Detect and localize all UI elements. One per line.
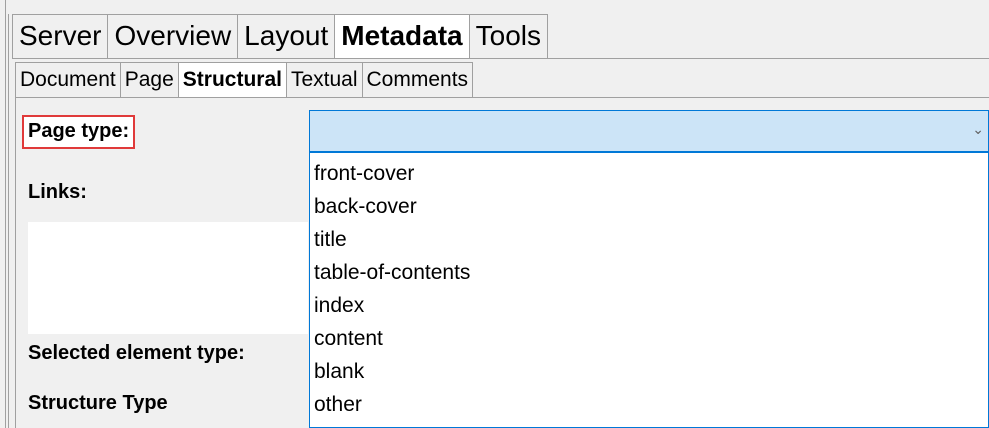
option-front-cover[interactable]: front-cover bbox=[310, 157, 988, 190]
page-type-label: Page type: bbox=[22, 115, 136, 149]
option-blank[interactable]: blank bbox=[310, 355, 988, 388]
option-index[interactable]: index bbox=[310, 289, 988, 322]
structure-type-label: Structure Type bbox=[28, 392, 168, 414]
links-label: Links: bbox=[28, 181, 87, 203]
tab-layout[interactable]: Layout bbox=[237, 14, 336, 58]
tab-structural[interactable]: Structural bbox=[177, 62, 287, 97]
sub-tab-bar: Document Page Structural Textual Comment… bbox=[15, 62, 474, 97]
tab-page[interactable]: Page bbox=[119, 62, 179, 97]
main-tab-divider bbox=[12, 58, 989, 59]
option-content[interactable]: content bbox=[310, 322, 988, 355]
option-title[interactable]: title bbox=[310, 223, 988, 256]
window-edge bbox=[0, 0, 6, 428]
option-other[interactable]: other bbox=[310, 388, 988, 421]
selected-element-type-label: Selected element type: bbox=[28, 342, 245, 364]
option-table-of-contents[interactable]: table-of-contents bbox=[310, 256, 988, 289]
tab-overview[interactable]: Overview bbox=[107, 14, 239, 58]
main-tab-bar: Server Overview Layout Metadata Tools bbox=[12, 14, 548, 58]
tab-tools[interactable]: Tools bbox=[468, 14, 548, 58]
chevron-down-icon[interactable]: ⌄ bbox=[972, 121, 984, 138]
option-back-cover[interactable]: back-cover bbox=[310, 190, 988, 223]
tab-comments[interactable]: Comments bbox=[361, 62, 474, 97]
window-edge-inner bbox=[8, 14, 9, 428]
structural-panel: Page type: ⌄ front-cover back-cover titl… bbox=[15, 98, 989, 428]
tab-textual[interactable]: Textual bbox=[285, 62, 363, 97]
tab-metadata[interactable]: Metadata bbox=[334, 14, 470, 58]
links-list[interactable] bbox=[28, 222, 308, 334]
page-type-dropdown-list: front-cover back-cover title table-of-co… bbox=[309, 152, 989, 428]
tab-document[interactable]: Document bbox=[15, 62, 121, 97]
page-type-select[interactable]: ⌄ bbox=[309, 110, 989, 152]
tab-server[interactable]: Server bbox=[12, 14, 109, 58]
metadata-window: Server Overview Layout Metadata Tools Do… bbox=[0, 0, 989, 428]
